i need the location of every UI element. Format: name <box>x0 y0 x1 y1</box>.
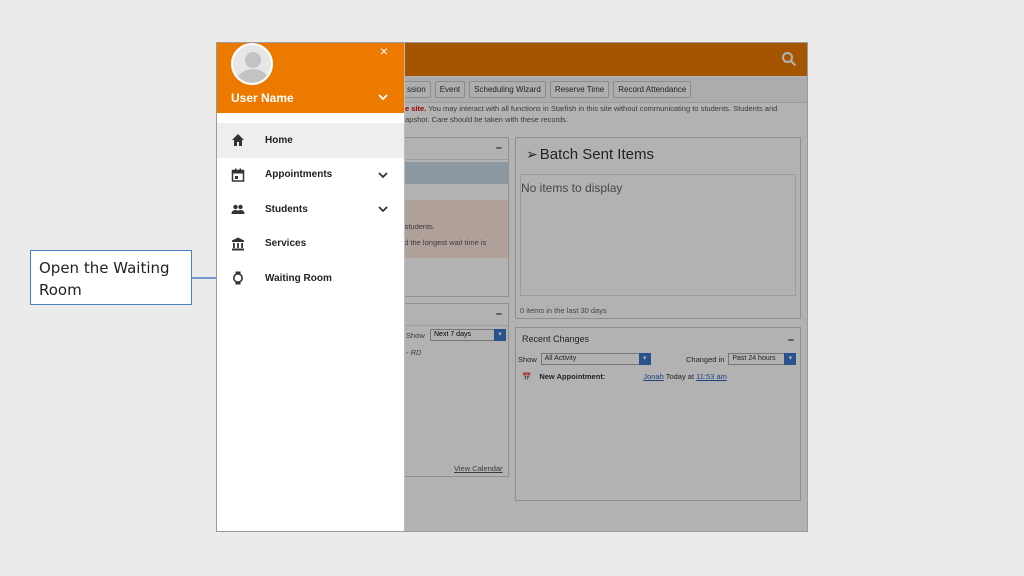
menu-label-services: Services <box>265 238 307 250</box>
menu-item-students[interactable]: Students <box>217 192 404 227</box>
chevron-down-icon[interactable] <box>378 93 388 101</box>
home-icon <box>232 134 244 146</box>
chevron-down-icon[interactable] <box>378 205 388 213</box>
calendar-icon <box>231 168 245 182</box>
avatar[interactable] <box>231 43 273 85</box>
callout-line-2: Room <box>39 281 82 299</box>
close-icon[interactable]: × <box>380 43 388 59</box>
callout-line-1: Open the Waiting <box>39 259 170 277</box>
menu-item-waiting-room[interactable]: Waiting Room <box>217 261 404 296</box>
instruction-callout: Open the Waiting Room <box>30 250 192 305</box>
menu-label-students: Students <box>265 203 308 215</box>
institution-icon <box>232 237 244 250</box>
menu-label-appointments: Appointments <box>265 169 333 181</box>
watch-icon <box>233 271 243 285</box>
navigation-drawer: × User Name Home Appointments Students S… <box>217 43 405 531</box>
app-screenshot: ssion Event Scheduling Wizard Reserve Ti… <box>216 42 808 532</box>
menu-item-home[interactable]: Home <box>217 123 404 158</box>
menu-item-appointments[interactable]: Appointments <box>217 158 404 193</box>
chevron-down-icon[interactable] <box>378 171 388 179</box>
menu-label-home: Home <box>265 134 293 146</box>
people-icon <box>231 204 245 214</box>
menu-label-waiting-room: Waiting Room <box>265 272 332 284</box>
user-name[interactable]: User Name <box>231 91 294 105</box>
drawer-header: × User Name <box>217 43 404 113</box>
menu-item-services[interactable]: Services <box>217 227 404 262</box>
drawer-menu: Home Appointments Students Services Wait… <box>217 123 404 296</box>
